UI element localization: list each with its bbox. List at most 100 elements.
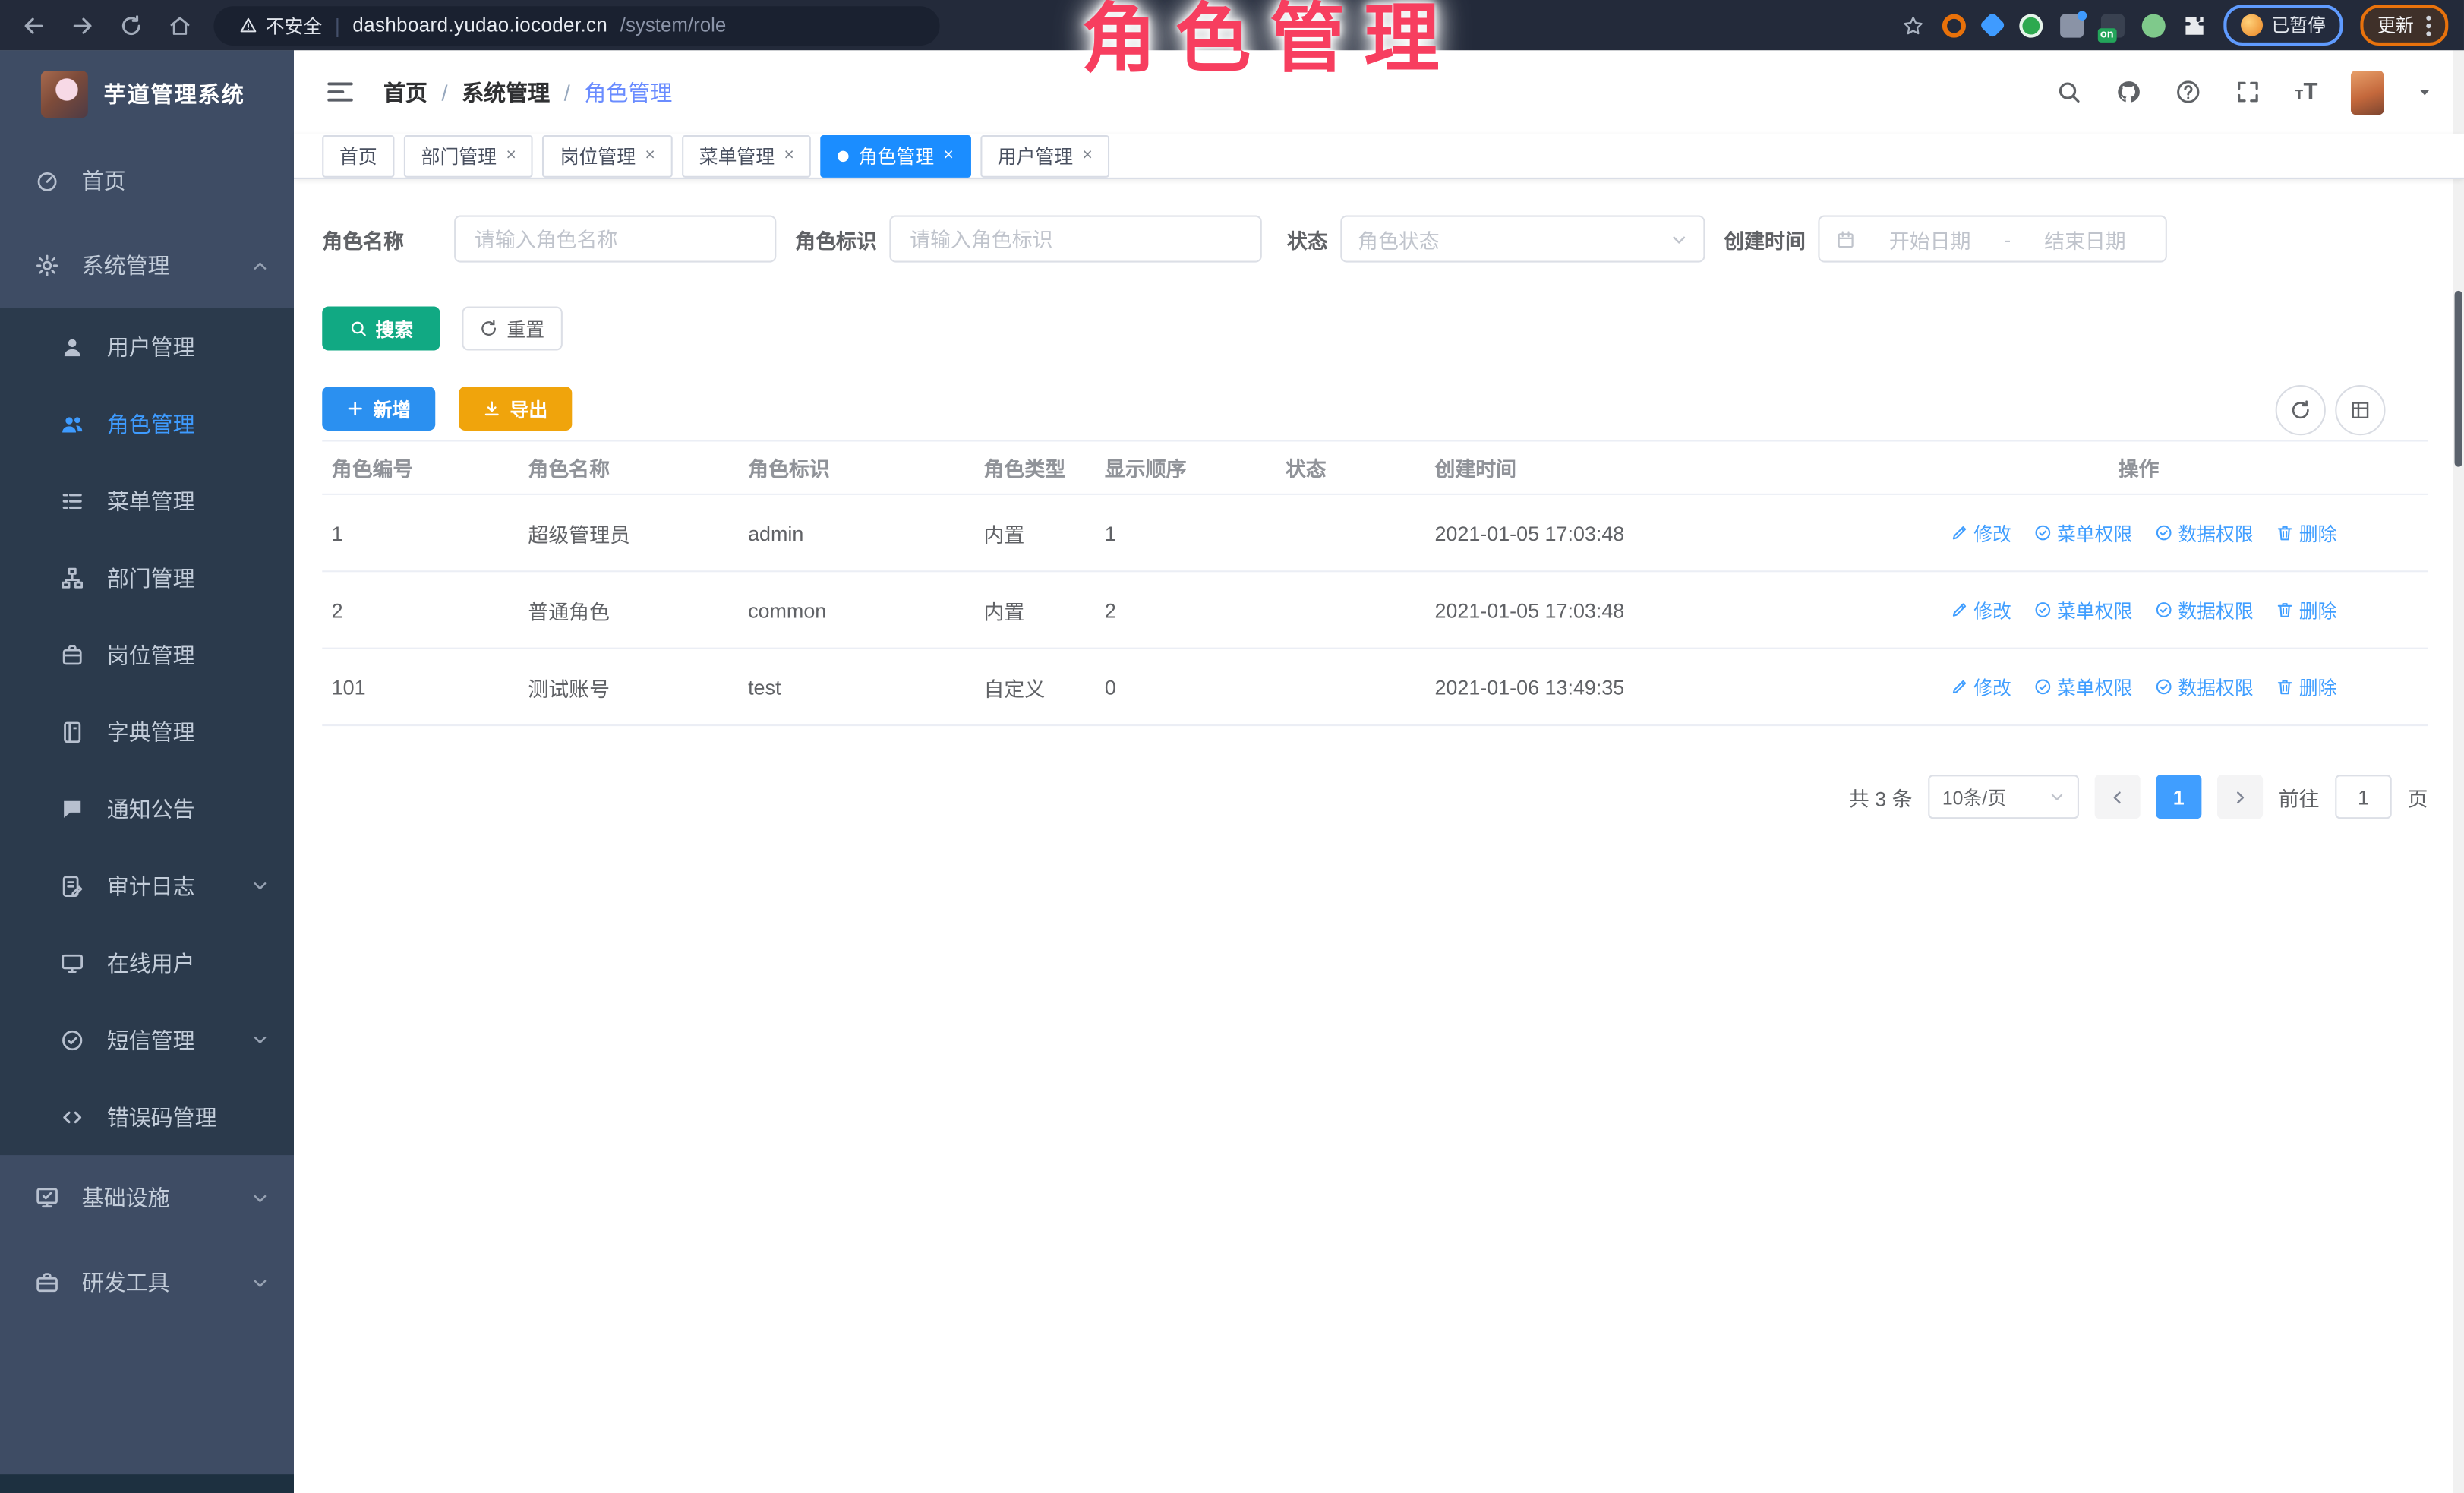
edit-icon: [1950, 601, 1969, 620]
tab-home[interactable]: 首页: [322, 134, 394, 177]
role-key-input[interactable]: [889, 216, 1261, 263]
sidebar-item-online-users[interactable]: 在线用户: [0, 924, 294, 1001]
close-icon[interactable]: ×: [1083, 147, 1093, 164]
sidebar-item-dept-management[interactable]: 部门管理: [0, 539, 294, 616]
address-bar[interactable]: 不安全 | dashboard.yudao.iocoder.cn/system/…: [213, 5, 939, 45]
extension-orange-icon[interactable]: [1942, 14, 1965, 37]
table-header-row: 角色编号 角色名称 角色标识 角色类型 显示顺序 状态 创建时间 操作: [322, 440, 2428, 494]
app-logo[interactable]: 芋道管理系统: [0, 50, 294, 138]
security-warning[interactable]: 不安全: [239, 12, 323, 39]
close-icon[interactable]: ×: [506, 147, 516, 164]
close-icon[interactable]: ×: [944, 147, 954, 164]
role-name-input[interactable]: [454, 216, 776, 263]
sidebar-item-role-management[interactable]: 角色管理: [0, 385, 294, 462]
breadcrumb-item-system[interactable]: 系统管理: [462, 76, 550, 107]
sidebar-item-system-management[interactable]: 系统管理: [0, 223, 294, 308]
menu-permission-link[interactable]: 菜单权限: [2033, 596, 2132, 623]
gear-icon: [35, 253, 60, 278]
page-number-1[interactable]: 1: [2156, 775, 2201, 819]
data-permission-link[interactable]: 数据权限: [2154, 674, 2253, 700]
prev-page-button[interactable]: [2095, 775, 2141, 819]
tab-menu-management[interactable]: 菜单管理 ×: [682, 134, 812, 177]
back-icon[interactable]: [22, 14, 46, 37]
sidebar-item-audit-log[interactable]: 审计日志: [0, 847, 294, 923]
cell-role-id: 101: [322, 675, 519, 699]
refresh-table-button[interactable]: [2276, 385, 2326, 435]
caret-down-icon[interactable]: [2417, 84, 2433, 100]
scrollbar-thumb[interactable]: [2455, 291, 2462, 467]
add-button[interactable]: 新增: [322, 387, 435, 431]
data-permission-link[interactable]: 数据权限: [2154, 519, 2253, 546]
range-separator: -: [2004, 227, 2011, 251]
extension-monkey-icon[interactable]: [2141, 14, 2165, 37]
delete-link[interactable]: 删除: [2276, 596, 2337, 623]
edit-link[interactable]: 修改: [1950, 519, 2011, 546]
search-icon[interactable]: [2056, 78, 2083, 105]
status-select[interactable]: 角色状态: [1340, 216, 1705, 263]
menu-permission-link[interactable]: 菜单权限: [2033, 674, 2132, 700]
extension-badges-icon[interactable]: [2059, 14, 2083, 37]
breadcrumb-item-role: 角色管理: [584, 76, 672, 107]
sidebar-item-sms-management[interactable]: 短信管理: [0, 1001, 294, 1078]
browser-menu-icon[interactable]: [2426, 15, 2431, 36]
tab-role-management[interactable]: 角色管理 ×: [821, 134, 971, 177]
delete-link[interactable]: 删除: [2276, 674, 2337, 700]
home-icon[interactable]: [168, 14, 191, 37]
forward-icon[interactable]: [71, 14, 94, 37]
extension-dark-icon[interactable]: on: [2100, 14, 2124, 37]
reset-button[interactable]: 重置: [462, 307, 562, 351]
chevron-down-icon: [2049, 789, 2065, 805]
date-range-picker[interactable]: 开始日期 - 结束日期: [1818, 216, 2166, 263]
screen: 不安全 | dashboard.yudao.iocoder.cn/system/…: [0, 0, 2464, 1493]
sidebar-item-errorcode-management[interactable]: 错误码管理: [0, 1078, 294, 1155]
sidebar-item-dict-management[interactable]: 字典管理: [0, 693, 294, 770]
sidebar-toggle-icon[interactable]: [325, 77, 355, 106]
data-permission-link[interactable]: 数据权限: [2154, 596, 2253, 623]
cell-role-type: 内置: [974, 518, 1095, 548]
close-icon[interactable]: ×: [784, 147, 794, 164]
bookmark-star-icon[interactable]: [1901, 14, 1924, 37]
end-date-placeholder[interactable]: 结束日期: [2021, 224, 2150, 254]
reload-icon[interactable]: [119, 14, 143, 37]
goto-page-input[interactable]: [2335, 775, 2392, 819]
edit-link[interactable]: 修改: [1950, 674, 2011, 700]
sidebar-item-dev-tools[interactable]: 研发工具: [0, 1240, 294, 1325]
tab-post-management[interactable]: 岗位管理 ×: [543, 134, 673, 177]
sidebar-item-home[interactable]: 首页: [0, 138, 294, 223]
sidebar-item-user-management[interactable]: 用户管理: [0, 308, 294, 385]
fullscreen-icon[interactable]: [2235, 78, 2262, 105]
scrollbar-track[interactable]: [2453, 50, 2463, 1493]
delete-link[interactable]: 删除: [2276, 519, 2337, 546]
extensions-puzzle-icon[interactable]: [2182, 14, 2206, 37]
sidebar-submenu-system: 用户管理 角色管理 菜单管理 部门管理 岗位管理 字典管理: [0, 308, 294, 1155]
update-button[interactable]: 更新: [2360, 5, 2448, 46]
help-icon[interactable]: [2175, 78, 2202, 105]
export-button[interactable]: 导出: [459, 387, 572, 431]
github-icon[interactable]: [2115, 78, 2142, 105]
extension-blue-icon[interactable]: [1979, 12, 2005, 39]
sidebar-item-notice[interactable]: 通知公告: [0, 770, 294, 847]
tab-user-management[interactable]: 用户管理 ×: [980, 134, 1110, 177]
role-key-label: 角色标识: [795, 224, 889, 254]
profile-chip[interactable]: 已暂停: [2223, 5, 2343, 46]
edit-link[interactable]: 修改: [1950, 596, 2011, 623]
extension-green-icon[interactable]: [2018, 14, 2042, 37]
start-date-placeholder[interactable]: 开始日期: [1865, 224, 1994, 254]
menu-permission-link[interactable]: 菜单权限: [2033, 519, 2132, 546]
table-toolbar: 新增 导出: [322, 387, 572, 431]
user-avatar[interactable]: [2351, 70, 2384, 114]
column-settings-button[interactable]: [2335, 385, 2385, 435]
search-button[interactable]: 搜索: [322, 307, 440, 351]
chevron-down-icon: [251, 1031, 269, 1049]
tab-dept-management[interactable]: 部门管理 ×: [404, 134, 534, 177]
next-page-button[interactable]: [2217, 775, 2263, 819]
font-size-icon[interactable]: тT: [2295, 78, 2317, 105]
sidebar-item-post-management[interactable]: 岗位管理: [0, 616, 294, 693]
profile-status-label: 已暂停: [2271, 13, 2325, 38]
trash-icon: [2276, 677, 2295, 696]
sidebar-item-menu-management[interactable]: 菜单管理: [0, 462, 294, 538]
breadcrumb-item-home[interactable]: 首页: [383, 76, 427, 107]
close-icon[interactable]: ×: [645, 147, 655, 164]
sidebar-item-infrastructure[interactable]: 基础设施: [0, 1155, 294, 1240]
page-size-select[interactable]: 10条/页: [1928, 775, 2079, 819]
